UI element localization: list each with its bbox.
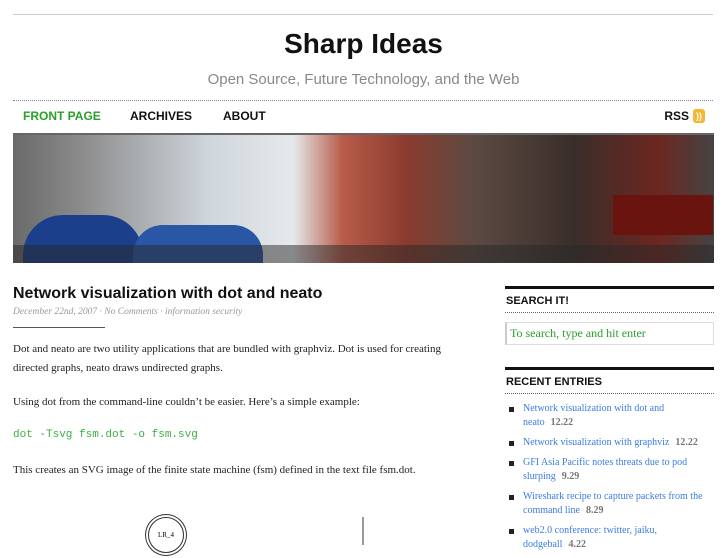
nav-front-page[interactable]: FRONT PAGE [23,109,101,123]
list-item: Wireshark recipe to capture packets from… [505,490,714,518]
entry-link[interactable]: GFI Asia Pacific notes threats due to po… [523,457,687,482]
sep: · [157,307,165,317]
bullet-icon [509,407,514,412]
code-snippet: dot -Tsvg fsm.dot -o fsm.svg [13,429,198,441]
graph-edge [362,517,364,545]
bullet-icon [509,495,514,500]
list-item: GFI Asia Pacific notes threats due to po… [505,456,714,484]
list-item: Network visualization with graphviz 12.22 [505,436,714,450]
entry-link[interactable]: Network visualization with graphviz [523,437,669,448]
bullet-icon [509,461,514,466]
category-link[interactable]: information security [165,307,242,317]
entry-date: 8.29 [585,505,604,516]
bullet-icon [509,529,514,534]
meta-rule [13,327,105,328]
post-date: December 22nd, 2007 [13,307,98,317]
list-item: Network visualization with dot and neato… [505,402,714,430]
entry-date: 12.22 [675,437,698,448]
site-title[interactable]: Sharp Ideas [0,28,727,60]
post-paragraph: Dot and neato are two utility applicatio… [13,343,441,374]
entry-date: 9.29 [561,471,580,482]
entry-link[interactable]: web2.0 conference: twitter, jaiku, dodge… [523,525,657,550]
recent-entries-widget: RECENT ENTRIES Network visualization wit… [505,367,714,558]
rss-icon: )) [693,109,705,123]
search-title: SEARCH IT! [505,286,714,313]
nav-about[interactable]: ABOUT [223,109,266,123]
list-item: web2.0 conference: twitter, jaiku, dodge… [505,524,714,552]
post-paragraph: This creates an SVG image of the finite … [13,464,416,476]
site-tagline: Open Source, Future Technology, and the … [207,71,520,88]
cafe-sign [613,195,713,235]
header-banner-image [13,133,714,263]
top-border [13,14,713,15]
search-widget: SEARCH IT! [505,286,714,345]
entry-link[interactable]: Network visualization with dot and neato [523,403,664,428]
nav-archives[interactable]: ARCHIVES [130,109,192,123]
entry-link[interactable]: Wireshark recipe to capture packets from… [523,491,703,516]
comments-link[interactable]: No Comments [104,307,158,317]
rss-link[interactable]: RSS)) [664,109,705,123]
rss-label: RSS [664,109,689,123]
nav-divider [13,100,713,101]
graph-node: LR_4 [148,517,184,553]
post-title[interactable]: Network visualization with dot and neato [13,285,322,303]
search-input[interactable] [505,322,714,345]
recent-title: RECENT ENTRIES [505,367,714,394]
bullet-icon [509,441,514,446]
post-paragraph: Using dot from the command-line couldn’t… [13,396,360,408]
entry-date: 12.22 [550,417,574,428]
street [13,245,714,263]
post-meta: December 22nd, 2007 · No Comments · info… [13,307,242,317]
